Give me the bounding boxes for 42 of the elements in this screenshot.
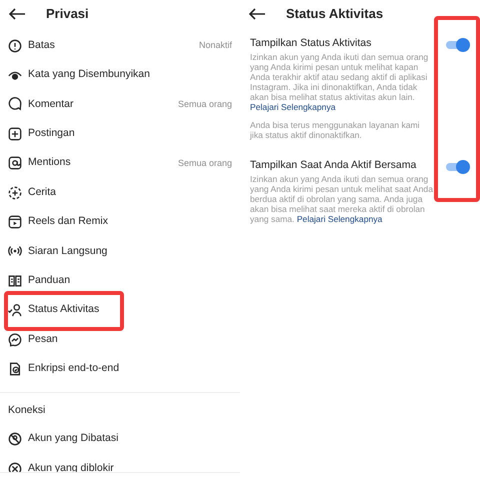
at-sign-icon <box>8 156 22 170</box>
menu-item[interactable]: Reels dan Remix <box>0 207 240 237</box>
menu-item[interactable]: Postingan <box>0 119 240 149</box>
person-check-icon <box>8 303 22 318</box>
reels-icon <box>8 215 22 230</box>
menu-item[interactable]: Siaran Langsung <box>0 236 240 266</box>
menu-item[interactable]: Mentions Semua orang <box>0 148 240 178</box>
messenger-icon <box>8 332 22 347</box>
setting-value: Nonaktif <box>198 38 232 52</box>
setting-description: Izinkan akun yang Anda ikuti dan semua orang yang Anda kirimi pesan untuk melihat kapan Anda terakhir aktif atau sedang aktif di aplikasi Instagram. Jika ini dinonaktifkan, Anda tidak akan bisa melihat status aktivitas akun lain. Pelajari Selengkapnya <box>250 52 430 112</box>
shield-icon <box>8 362 22 376</box>
book-icon <box>8 274 22 288</box>
setting-value: Semua orang <box>178 156 232 170</box>
live-icon <box>8 244 22 258</box>
menu-item[interactable]: Akun yang Dibatasi <box>0 424 240 454</box>
learn-more-link[interactable]: Pelajari Selengkapnya <box>250 102 336 112</box>
back-icon[interactable] <box>248 8 266 20</box>
menu-item[interactable]: Panduan <box>0 266 240 296</box>
menu-item[interactable]: Komentar Semua orang <box>0 90 240 120</box>
restricted-icon <box>8 432 22 446</box>
setting-value: Semua orang <box>178 98 232 111</box>
setting-title: Tampilkan Saat Anda Aktif Bersama <box>250 158 418 173</box>
toggle-switch[interactable] <box>444 160 470 174</box>
menu-item[interactable]: Pesan <box>0 324 240 354</box>
setting-title: Tampilkan Status Aktivitas <box>250 36 372 51</box>
menu-item[interactable]: Batas Nonaktif <box>0 31 240 60</box>
warning-icon <box>8 38 22 53</box>
setting-description: Izinkan akun yang Anda ikuti dan semua orang yang Anda kirimi pesan untuk melihat saat Anda berdua aktif di obrolan yang sama. Anda juga akan bisa melihat saat mereka aktif di obrolan yang sama. Pelajari Selengkapnya <box>250 174 434 224</box>
menu-item[interactable]: Cerita <box>0 178 240 208</box>
menu-item[interactable]: Kata yang Disembunyikan <box>0 60 240 90</box>
menu-item[interactable]: Enkripsi end-to-end <box>0 354 240 384</box>
screen-title: Privasi <box>46 5 89 24</box>
story-add-icon <box>8 186 22 200</box>
screen-title: Status Aktivitas <box>286 5 384 24</box>
setting-note: Anda bisa terus menggunakan layanan kami jika status aktif dinonaktifkan. <box>250 120 421 140</box>
menu-item[interactable]: Status Aktivitas <box>0 296 240 325</box>
comment-icon <box>8 97 22 112</box>
section-heading: Koneksi <box>7 402 46 418</box>
learn-more-link[interactable]: Pelajari Selengkapnya <box>296 214 382 224</box>
back-icon[interactable] <box>8 8 26 20</box>
toggle-switch[interactable] <box>444 38 470 52</box>
plus-icon <box>8 126 22 141</box>
